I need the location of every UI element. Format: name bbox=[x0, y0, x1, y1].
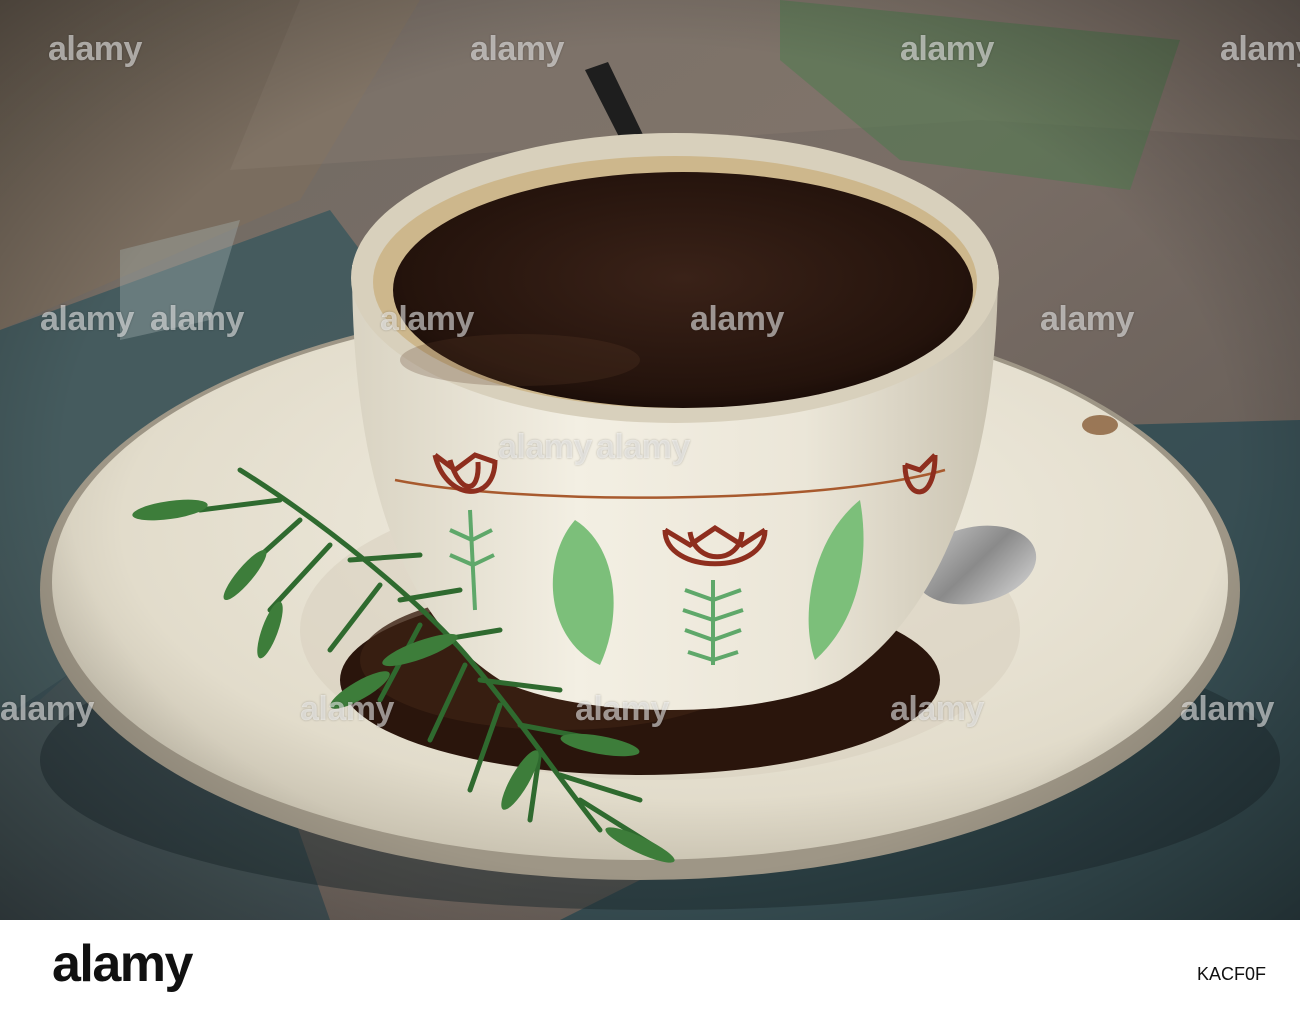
watermark-text: alamy bbox=[900, 30, 994, 68]
watermark-text: alamy bbox=[40, 300, 134, 338]
watermark-text: alamy bbox=[1180, 690, 1274, 728]
watermark-text: alamy bbox=[596, 428, 690, 466]
image-id: KACF0F bbox=[1196, 964, 1266, 984]
watermark-text: alamy bbox=[0, 690, 94, 728]
watermark-footer: alamy KACF0F bbox=[0, 920, 1300, 1009]
alamy-logo: alamy bbox=[52, 935, 193, 993]
coffee-cup-photo: alamy alamy alamy alamy alamy alamy alam… bbox=[0, 0, 1300, 920]
watermark-text: alamy bbox=[470, 30, 564, 68]
watermark-text: alamy bbox=[150, 300, 244, 338]
watermark-text: alamy bbox=[1040, 300, 1134, 338]
watermark-text: alamy bbox=[575, 690, 669, 728]
watermark-text: alamy bbox=[498, 428, 592, 466]
watermark-text: alamy bbox=[380, 300, 474, 338]
watermark-text: alamy bbox=[690, 300, 784, 338]
watermark-text: alamy bbox=[48, 30, 142, 68]
watermark-text: alamy bbox=[1220, 30, 1300, 68]
watermark-text: alamy bbox=[300, 690, 394, 728]
watermark-text: alamy bbox=[890, 690, 984, 728]
